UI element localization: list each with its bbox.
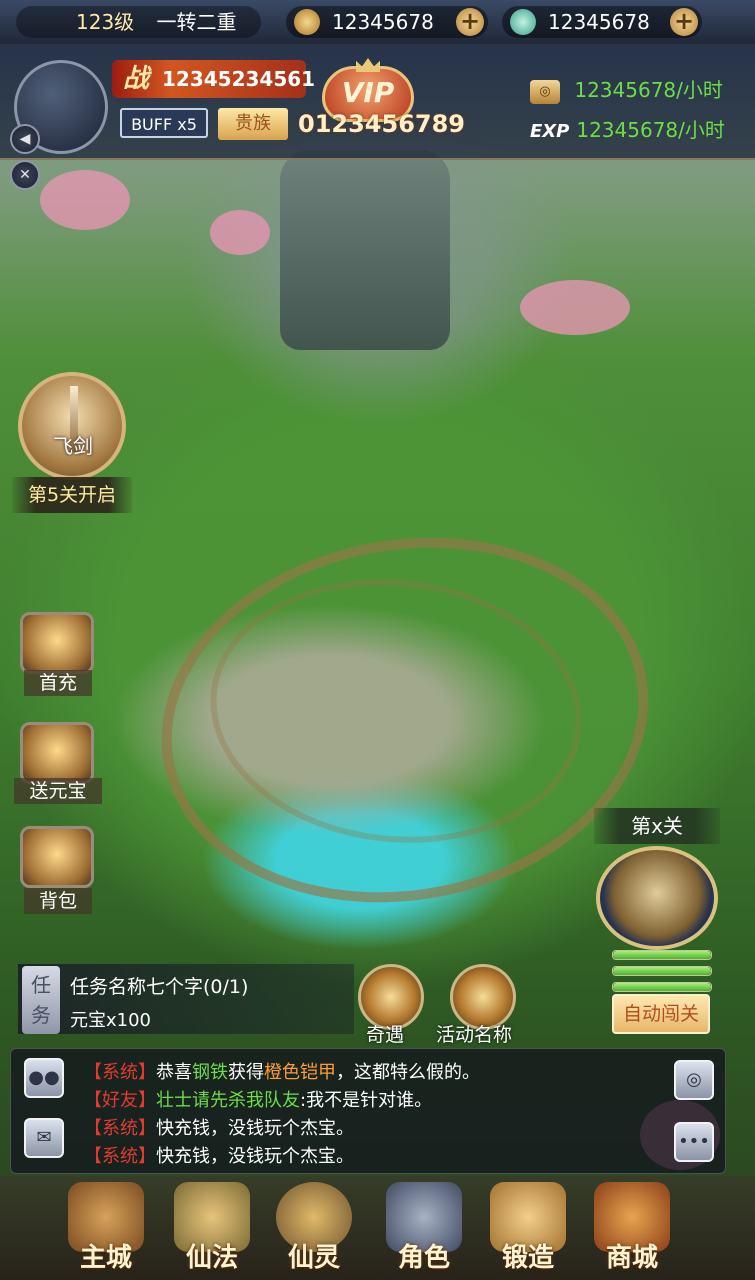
friends-icon: ●● [28,1067,60,1088]
level-rank-panel: 123级 一转二重 [16,6,261,38]
dragon-statue [280,150,450,350]
combat-power-value: 12345234561 [162,67,316,91]
gift-ingot-button[interactable] [20,722,94,784]
top-status-bar: 123级 一转二重 12345678 + 12345678 + [0,0,755,46]
add-jade-button[interactable]: + [670,8,698,36]
gourd-icon: ◎ [686,1069,702,1090]
chat-player-name: 钢铁 [192,1062,228,1083]
chat-line: 【系统】恭喜钢铁获得橙色铠甲，这都特么假的。 [84,1058,480,1084]
gold-rate-value: 12345678/小时 [574,78,723,102]
chat-channel: 【系统】 [84,1062,156,1083]
chat-segment: :我不是针对谁。 [300,1090,433,1111]
gift-ingot-label: 送元宝 [14,778,102,804]
vip-label: VIP [341,76,395,109]
nav-spirit[interactable]: 仙灵 [262,1178,366,1278]
exp-label: EXP [530,121,570,142]
boss-portrait[interactable] [596,846,718,950]
speaker-icon: ◀ [19,131,31,147]
chat-segment: ，这都特么假的。 [336,1062,480,1083]
coin-income-icon: ◎ [530,79,560,104]
exp-rate-value: 12345678/小时 [576,118,725,142]
flying-sword-emblem[interactable] [18,372,126,480]
stage-progress-bar [612,950,712,960]
task-name: 任务名称七个字(0/1) [70,976,249,998]
noble-button[interactable]: 贵族 [218,108,288,140]
gold-coin-icon [294,9,320,35]
nav-character[interactable]: 角色 [372,1178,476,1278]
friends-button[interactable]: ●● [24,1058,64,1098]
gold-currency: 12345678 + [286,6,488,38]
backpack-button[interactable] [20,826,94,888]
chat-segment: 快充钱，没钱玩个杰宝。 [156,1146,354,1167]
chat-player-name: 壮士请先杀我队友 [156,1090,300,1111]
combat-power: 战 12345234561 [112,60,315,98]
player-rank: 一转二重 [156,10,237,34]
player-level: 123级 [76,10,135,34]
nav-magic[interactable]: 仙法 [160,1178,264,1278]
chat-segment: 快充钱，没钱玩个杰宝。 [156,1118,354,1139]
crown-icon [356,58,380,72]
stage-progress-bar [612,982,712,992]
backpack-label: 背包 [24,888,92,914]
chat-segment: 恭喜 [156,1062,192,1083]
add-gold-button[interactable]: + [456,8,484,36]
jade-icon [510,9,536,35]
first-recharge-label: 首充 [24,670,92,696]
nav-label: 锻造 [501,1243,554,1273]
chat-input-button[interactable]: ••• [674,1122,714,1162]
buff-button[interactable]: BUFF x5 [120,108,208,138]
unlock-hint: 第5关开启 [12,477,132,513]
stage-label: 第x关 [594,808,720,844]
crossed-swords-icon: ✕ [19,167,31,183]
mail-button[interactable]: ✉ [24,1118,64,1158]
jade-amount: 12345678 [548,10,650,34]
chat-channel: 【系统】 [84,1118,156,1139]
chat-channel: 【好友】 [84,1090,156,1111]
nav-label: 仙灵 [287,1243,340,1273]
chat-line: 【好友】壮士请先杀我队友:我不是针对谁。 [84,1086,432,1112]
jade-currency: 12345678 + [502,6,702,38]
chat-channel-button[interactable]: ◎ [674,1060,714,1100]
combat-power-label: 战 [122,64,149,94]
task-reward: 元宝x100 [70,1010,152,1031]
nav-label: 角色 [397,1243,450,1273]
nav-label: 商城 [605,1243,658,1273]
cherry-blossom [40,170,130,230]
nav-forge[interactable]: 锻造 [476,1178,580,1278]
nav-label: 仙法 [185,1243,238,1273]
chat-line: 【系统】快充钱，没钱玩个杰宝。 [84,1142,354,1168]
first-recharge-button[interactable] [20,612,94,674]
task-tab[interactable]: 任务 [22,966,60,1034]
cherry-blossom [210,210,270,255]
exp-income-rate: EXP 12345678/小时 [530,116,725,144]
cherry-blossom [520,280,630,335]
adventure-label: 奇遇 [366,1024,405,1046]
auto-challenge-button[interactable]: 自动闯关 [612,994,710,1034]
gold-amount: 12345678 [332,10,434,34]
chat-line: 【系统】快充钱，没钱玩个杰宝。 [84,1114,354,1140]
chat-channel: 【系统】 [84,1146,156,1167]
chat-item-name: 橙色铠甲 [264,1062,336,1083]
gold-income-rate: ◎ 12345678/小时 [530,76,723,104]
mail-icon: ✉ [36,1127,52,1148]
nav-main-city[interactable]: 主城 [54,1178,158,1278]
chat-bubble-icon: ••• [678,1131,710,1152]
nav-shop[interactable]: 商城 [580,1178,684,1278]
vip-value: 0123456789 [298,110,465,138]
nav-label: 主城 [79,1243,132,1273]
flying-sword-label: 飞剑 [53,434,93,458]
chat-segment: 获得 [228,1062,264,1083]
sound-toggle-button[interactable]: ◀ [10,124,40,154]
settings-button[interactable]: ✕ [10,160,40,190]
activity-label: 活动名称 [436,1024,513,1046]
stage-progress-bar [612,966,712,976]
